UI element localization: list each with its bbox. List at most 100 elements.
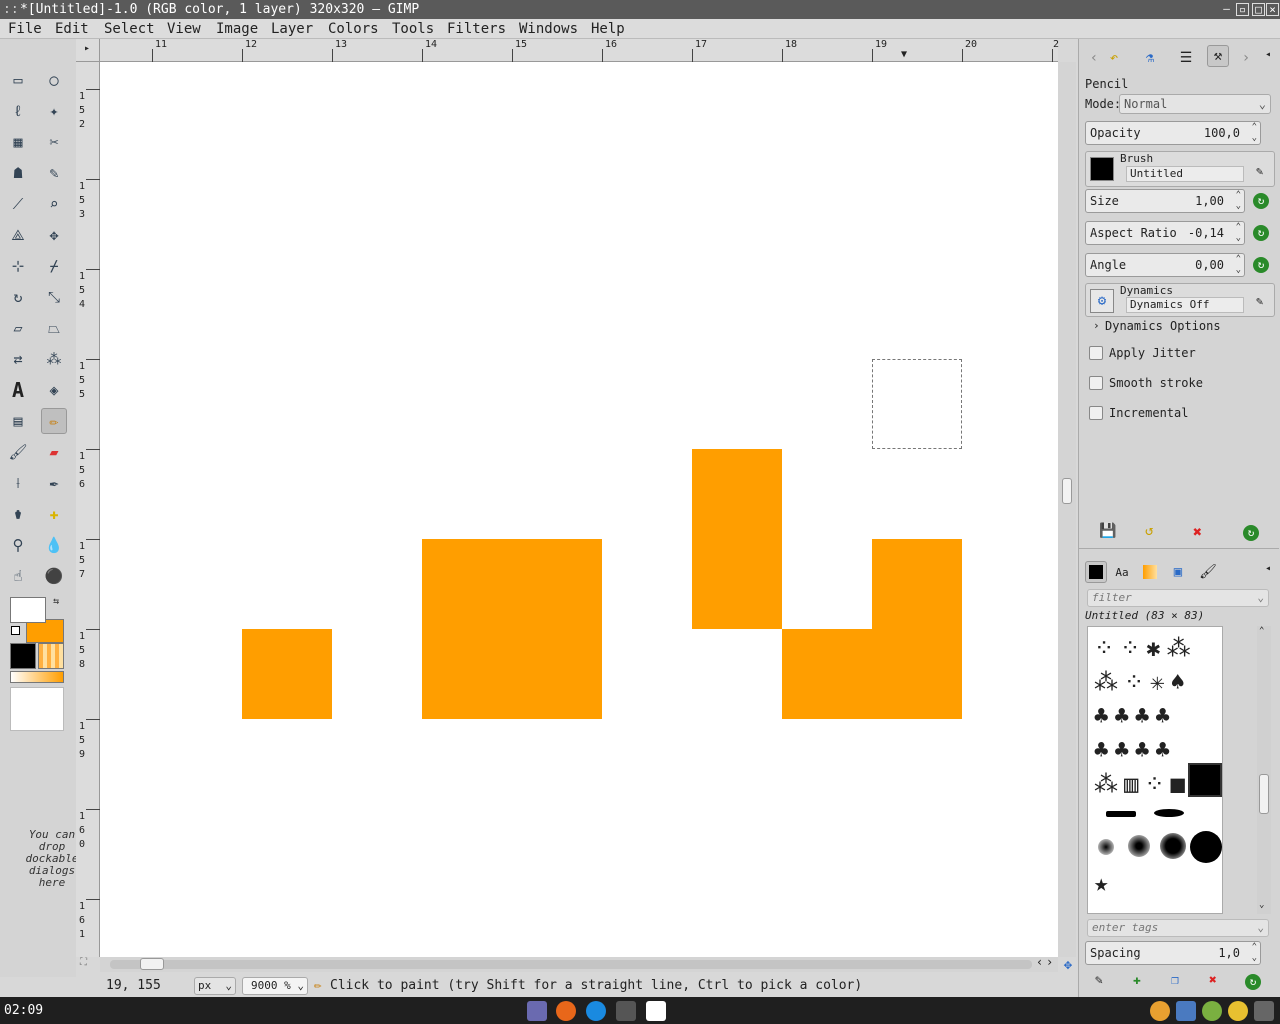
horizontal-scrollbar[interactable]: ‹ › — [100, 955, 1058, 972]
measure-icon[interactable]: ⟁ — [5, 222, 31, 248]
gradients-tab-icon[interactable]: ▣ — [1167, 561, 1189, 583]
quick-mask-icon[interactable]: ▸ — [84, 43, 90, 54]
horizontal-scroll-thumb[interactable] — [140, 958, 164, 970]
dock-separator[interactable] — [1079, 548, 1279, 553]
brush-grid-scrollbar[interactable]: ⌃ ⌄ — [1257, 626, 1271, 914]
brush-thumb-fuzzy-medium[interactable] — [1128, 835, 1150, 857]
zoom-fit-icon[interactable]: ⛶ — [80, 957, 94, 971]
firefox-icon[interactable] — [556, 1001, 576, 1021]
menu-filters[interactable]: Filters — [447, 19, 506, 39]
heal-icon[interactable]: ✚ — [41, 501, 67, 527]
spin-arrows-icon[interactable]: ⌃ ⌄ — [1236, 222, 1241, 244]
magic-wand-icon[interactable]: ✦ — [41, 98, 67, 124]
delete-brush-icon[interactable]: ✖ — [1209, 973, 1217, 988]
menu-tools[interactable]: Tools — [392, 19, 434, 39]
size-slider[interactable]: Size 1,00 ⌃ ⌄ — [1085, 189, 1245, 213]
save-options-icon[interactable]: 💾 — [1099, 523, 1116, 539]
bucket-fill-icon[interactable]: ◈ — [41, 377, 67, 403]
airbrush-icon[interactable]: ⟊ — [5, 470, 31, 496]
reset-aspect-ratio-icon[interactable]: ↻ — [1253, 225, 1269, 241]
menu-colors[interactable]: Colors — [328, 19, 379, 39]
zoom-icon[interactable]: ⌕ — [41, 191, 67, 217]
foreground-color-swatch[interactable] — [10, 597, 46, 623]
window-grip[interactable]: :: — [3, 0, 19, 19]
menu-image[interactable]: Image — [216, 19, 258, 39]
reset-angle-icon[interactable]: ↻ — [1253, 257, 1269, 273]
restore-options-icon[interactable]: ↺ — [1145, 523, 1153, 539]
navigate-icon[interactable]: ✥ — [1060, 957, 1076, 973]
flip-icon[interactable]: ⇄ — [5, 346, 31, 372]
scissors-icon[interactable]: ✂ — [41, 129, 67, 155]
device-status-tab-icon[interactable]: ⚗ — [1139, 47, 1161, 69]
active-brush-preview[interactable] — [10, 643, 36, 669]
menu-edit[interactable]: Edit — [55, 19, 89, 39]
reset-options-icon[interactable]: ↻ — [1243, 525, 1259, 541]
chevron-up-icon[interactable]: ⌃ — [1259, 626, 1264, 636]
smooth-stroke-checkbox[interactable] — [1089, 376, 1103, 390]
undo-history-tab-icon[interactable]: ↶ — [1103, 47, 1125, 69]
image-canvas[interactable] — [100, 62, 1058, 957]
network-icon[interactable] — [1176, 1001, 1196, 1021]
brushes-tab-icon[interactable] — [1085, 561, 1107, 583]
minimize-icon[interactable]: – — [1220, 3, 1233, 16]
menu-windows[interactable]: Windows — [519, 19, 578, 39]
delete-options-icon[interactable]: ✖ — [1193, 523, 1202, 541]
active-pattern-preview[interactable] — [38, 643, 64, 669]
brush-thumbnail[interactable] — [1090, 157, 1114, 181]
restore-icon[interactable]: ▫ — [1236, 3, 1249, 16]
refresh-brushes-icon[interactable]: ↻ — [1245, 974, 1261, 990]
menu-view[interactable]: View — [167, 19, 201, 39]
select-by-color-icon[interactable]: ▦ — [5, 129, 31, 155]
menu-file[interactable]: File — [8, 19, 42, 39]
unit-select[interactable]: px ⌄ — [194, 977, 236, 995]
paintbrush-icon[interactable]: 🖌 — [5, 439, 31, 465]
perspective-clone-icon[interactable]: ⚲ — [5, 532, 31, 558]
menu-layer[interactable]: Layer — [271, 19, 313, 39]
incremental-checkbox[interactable] — [1089, 406, 1103, 420]
lasso-icon[interactable]: ℓ — [5, 98, 31, 124]
text-tool-icon[interactable]: A — [5, 377, 31, 403]
horizontal-ruler[interactable]: 11 12 13 14 15 16 17 18 19 20 2 ▼ — [100, 39, 1059, 62]
chevron-right-icon[interactable]: › — [1093, 319, 1100, 332]
tray-icon[interactable] — [1150, 1001, 1170, 1021]
brush-thumb-ellipse[interactable] — [1154, 809, 1184, 817]
spacing-slider[interactable]: Spacing 1,0 ⌃ ⌄ — [1085, 941, 1261, 965]
layers-tab-icon[interactable]: ☰ — [1175, 47, 1197, 69]
duplicate-brush-icon[interactable]: ❐ — [1171, 973, 1179, 988]
brush-thumb-fuzzy-large[interactable] — [1160, 833, 1186, 859]
foreground-select-icon[interactable]: ☗ — [5, 160, 31, 186]
dynamics-options-expander[interactable]: Dynamics Options — [1105, 319, 1221, 333]
tray-icon[interactable] — [1228, 1001, 1248, 1021]
default-colors-icon[interactable] — [11, 626, 20, 635]
dynamics-selector[interactable]: ⚙ Dynamics Dynamics Off ✎ — [1085, 283, 1275, 317]
tags-input[interactable]: enter tags ⌄ — [1087, 919, 1269, 937]
active-gradient-preview[interactable] — [10, 671, 64, 683]
app-launcher-icon[interactable] — [527, 1001, 547, 1021]
vertical-ruler[interactable]: 152153154155156157158159160161 — [76, 62, 100, 957]
steam-icon[interactable] — [616, 1001, 636, 1021]
spin-arrows-icon[interactable]: ⌃ ⌄ — [1236, 254, 1241, 276]
brush-name-field[interactable]: Untitled — [1126, 166, 1244, 182]
crop-icon[interactable]: ⌿ — [41, 253, 67, 279]
dodge-burn-icon[interactable]: ⚫ — [41, 563, 67, 589]
angle-slider[interactable]: Angle 0,00 ⌃ ⌄ — [1085, 253, 1245, 277]
brush-selector[interactable]: Brush Untitled ✎ — [1085, 151, 1275, 187]
edit-dynamics-icon[interactable]: ✎ — [1256, 294, 1263, 308]
tray-icon[interactable] — [1202, 1001, 1222, 1021]
spin-arrows-icon[interactable]: ⌃ ⌄ — [1236, 190, 1241, 212]
edit-brush-icon[interactable]: ✎ — [1256, 164, 1263, 178]
brushes-menu-icon[interactable]: ◂ — [1257, 557, 1279, 579]
scroll-left-icon[interactable]: ‹ — [1036, 955, 1043, 969]
rotate-icon[interactable]: ↻ — [5, 284, 31, 310]
vertical-scroll-thumb[interactable] — [1062, 478, 1072, 504]
chevron-left-icon[interactable]: ‹ — [1083, 47, 1105, 69]
new-brush-icon[interactable]: ✚ — [1133, 973, 1141, 988]
align-icon[interactable]: ⊹ — [5, 253, 31, 279]
brush-filter-input[interactable]: filter ⌄ — [1087, 589, 1269, 607]
rect-select-icon[interactable]: ▭ — [5, 67, 31, 93]
tool-options-tab-icon[interactable]: ⚒ — [1207, 45, 1229, 67]
move-icon[interactable]: ✥ — [41, 222, 67, 248]
dynamics-name-field[interactable]: Dynamics Off — [1126, 297, 1244, 313]
blur-icon[interactable]: 💧 — [41, 532, 67, 558]
gimp-window-icon[interactable] — [646, 1001, 666, 1021]
